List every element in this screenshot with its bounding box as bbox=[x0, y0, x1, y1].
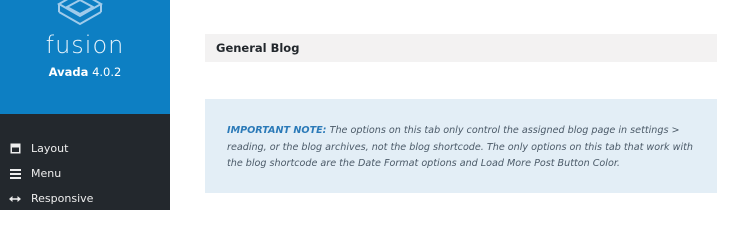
menu-item-label: Menu bbox=[31, 167, 62, 180]
brand-panel: fusion Avada 4.0.2 bbox=[0, 0, 170, 114]
product-name: Avada bbox=[48, 65, 89, 79]
product-version: Avada 4.0.2 bbox=[0, 65, 170, 79]
menu-item-label: Layout bbox=[31, 142, 69, 155]
menu-item-label: Responsive bbox=[31, 192, 94, 205]
important-note: IMPORTANT NOTE: The options on this tab … bbox=[205, 99, 717, 193]
options-content: General Blog IMPORTANT NOTE: The options… bbox=[170, 0, 745, 210]
menu-item-layout[interactable]: Layout bbox=[0, 136, 170, 161]
brand-name: fusion bbox=[45, 31, 125, 59]
hamburger-menu-icon bbox=[8, 168, 22, 179]
options-menu: Layout Menu Responsive bbox=[0, 136, 170, 211]
section-title: General Blog bbox=[205, 34, 717, 62]
admin-sidebar: fusion Avada 4.0.2 Layout Menu Responsiv… bbox=[0, 0, 170, 210]
menu-item-responsive[interactable]: Responsive bbox=[0, 186, 170, 211]
note-label: IMPORTANT NOTE: bbox=[227, 125, 327, 136]
layout-icon bbox=[8, 143, 22, 154]
version-number: 4.0.2 bbox=[92, 65, 122, 79]
resize-arrows-icon bbox=[8, 195, 22, 203]
menu-item-menu[interactable]: Menu bbox=[0, 161, 170, 186]
